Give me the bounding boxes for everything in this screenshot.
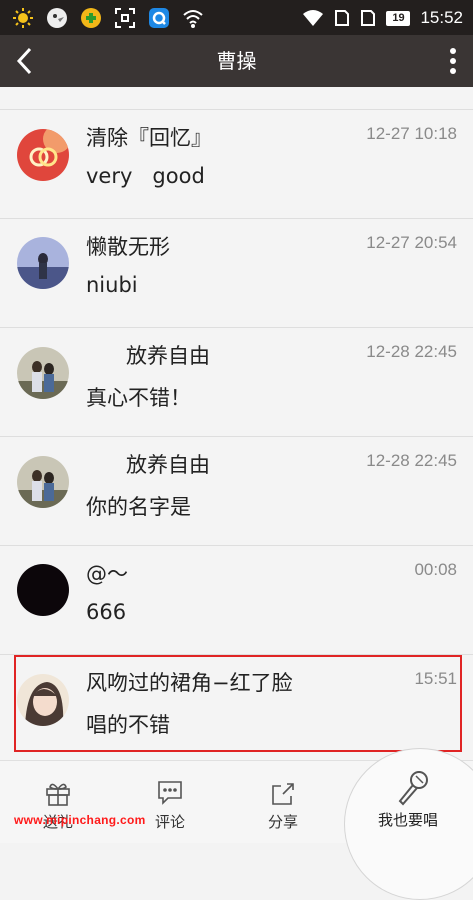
comment-text: very good bbox=[86, 164, 205, 188]
notification-icons bbox=[12, 7, 204, 29]
browser-icon bbox=[148, 7, 170, 29]
comment-author[interactable]: 懒散无形 bbox=[86, 231, 170, 261]
highlight-box bbox=[14, 655, 462, 752]
watermark-text: www.mipinchang.com bbox=[14, 813, 146, 827]
comment-item[interactable]: @～ 00:08 666 bbox=[0, 546, 473, 655]
couple-avatar[interactable] bbox=[17, 456, 69, 508]
comment-author[interactable]: 放养自由 bbox=[86, 340, 210, 370]
comment-icon bbox=[158, 781, 182, 805]
comment-button[interactable]: 评论 bbox=[130, 761, 210, 843]
comment-author[interactable]: 清除『回忆』 bbox=[86, 122, 212, 152]
comment-time: 00:08 bbox=[414, 560, 457, 579]
comment-author[interactable]: 放养自由 bbox=[86, 449, 210, 479]
comment-item[interactable]: 放养自由 12-28 22:45 你的名字是 bbox=[0, 437, 473, 546]
comment-item[interactable]: 懒散无形 12-27 20:54 niubi bbox=[0, 219, 473, 328]
gift-icon bbox=[46, 783, 70, 806]
comment-text: 666 bbox=[86, 600, 127, 624]
share-label: 分享 bbox=[267, 813, 298, 831]
comment-time: 12-28 22:45 bbox=[366, 451, 457, 470]
comment-text: niubi bbox=[86, 273, 138, 297]
landscape-avatar[interactable] bbox=[17, 237, 69, 289]
comment-time: 12-28 22:45 bbox=[366, 342, 457, 361]
comment-time: 12-27 10:18 bbox=[366, 124, 457, 143]
sun-icon bbox=[12, 7, 34, 29]
comment-item[interactable]: 清除『回忆』 12-27 10:18 very good bbox=[0, 110, 473, 219]
more-button[interactable] bbox=[445, 45, 461, 77]
sim-card-icon bbox=[335, 10, 350, 26]
comment-item[interactable]: 放养自由 12-28 22:45 真心不错！ bbox=[0, 328, 473, 437]
comment-text: 你的名字是 bbox=[86, 495, 191, 519]
title-bar: 曹操 bbox=[0, 35, 473, 87]
page-title: 曹操 bbox=[216, 49, 257, 73]
system-icons: 19 15:52 bbox=[302, 6, 463, 30]
comment-author[interactable]: @～ bbox=[86, 558, 128, 588]
sing-label[interactable]: 我也要唱 bbox=[363, 809, 453, 830]
microphone-icon bbox=[398, 771, 428, 806]
status-bar: 19 15:52 bbox=[0, 0, 473, 35]
battery-indicator: 19 bbox=[386, 10, 411, 26]
share-button[interactable]: 分享 bbox=[243, 761, 323, 843]
gift-button[interactable]: 送礼 bbox=[18, 761, 98, 843]
wifi-icon bbox=[182, 7, 204, 29]
share-icon bbox=[272, 783, 294, 805]
comment-text: 真心不错！ bbox=[86, 386, 191, 410]
scan-icon bbox=[114, 7, 136, 29]
status-time: 15:52 bbox=[420, 8, 463, 27]
bird-app-icon bbox=[46, 7, 68, 29]
sim-card-icon bbox=[361, 10, 376, 26]
wifi-icon bbox=[303, 10, 324, 26]
comment-time: 12-27 20:54 bbox=[366, 233, 457, 252]
rings-avatar[interactable] bbox=[17, 129, 69, 181]
more-vertical-icon bbox=[450, 48, 456, 74]
dark-avatar[interactable] bbox=[17, 564, 69, 616]
couple-avatar[interactable] bbox=[17, 347, 69, 399]
game-app-icon bbox=[80, 7, 102, 29]
